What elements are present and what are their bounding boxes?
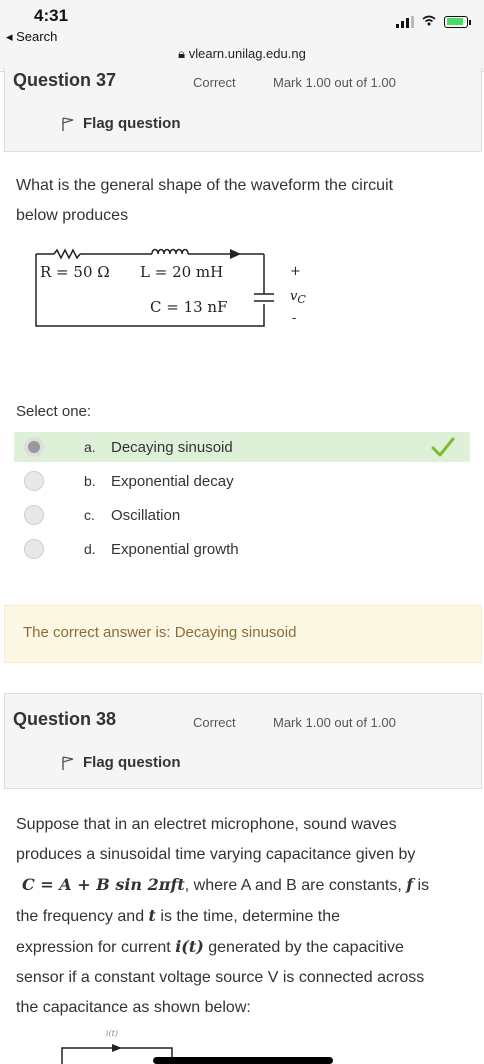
capacitor-symbol [254, 293, 274, 302]
text-span: expression for current [16, 939, 176, 956]
question-text-line: below produces [16, 207, 129, 224]
text-span: is the time, determine the [155, 908, 341, 925]
option-letter: a. [84, 439, 96, 455]
option-letter: b. [84, 473, 96, 489]
correct-answer-feedback: The correct answer is: Decaying sinusoid [4, 605, 482, 663]
question-text-line: the frequency and t is the time, determi… [16, 901, 472, 932]
flag-label: Flag question [83, 115, 181, 132]
current-label: i(t) [106, 1029, 118, 1038]
option-label: Oscillation [111, 506, 181, 524]
signal-icon [396, 15, 414, 28]
question-state: Correct [193, 715, 236, 730]
option-label: Exponential growth [111, 540, 239, 558]
inductor-symbol [151, 248, 189, 255]
flag-question-button[interactable]: Flag question [61, 754, 181, 771]
question-text: Suppose that in an electret microphone, … [16, 810, 472, 1023]
text-span: generated by the capacitive [203, 939, 404, 956]
capacitance-formula: C = A + B sin 2πft [22, 875, 185, 894]
inductor-label: L = 20 mH [140, 263, 223, 281]
url-text: vlearn.unilag.edu.ng [188, 46, 306, 61]
radio-option-b[interactable] [24, 471, 44, 491]
question-title: Question 37 [13, 70, 117, 90]
status-bar: 4:31 ◂ Search 🔒︎ vlearn.unilag.edu.ng [0, 0, 484, 72]
battery-icon [444, 15, 471, 28]
resistor-label: R = 50 Ω [40, 263, 110, 281]
answer-option-b[interactable]: b. Exponential decay [14, 466, 470, 496]
question-text-line: expression for current i(t) generated by… [16, 932, 472, 963]
rlc-circuit-diagram: R = 50 Ω L = 20 mH C = 13 nF + vC - [35, 248, 306, 327]
lock-icon: 🔒︎ [178, 46, 186, 61]
question-mark: Mark 1.00 out of 1.00 [273, 75, 396, 90]
radio-option-c[interactable] [24, 505, 44, 525]
option-letter: d. [84, 541, 96, 557]
home-indicator[interactable] [153, 1057, 333, 1064]
question-38-info: Question 38 Correct Mark 1.00 out of 1.0… [4, 693, 482, 789]
back-to-search-button[interactable]: ◂ Search [6, 29, 57, 45]
flag-icon [62, 116, 74, 131]
question-text-line: What is the general shape of the wavefor… [16, 177, 394, 194]
correct-check-icon [431, 437, 455, 457]
current-expression: i(t) [175, 937, 204, 956]
current-arrow-icon [112, 1044, 122, 1052]
question-37-info: Question 37 Correct Mark 1.00 out of 1.0… [4, 68, 482, 152]
text-span: , where A and B are constants, [184, 877, 407, 894]
time-variable: t [148, 906, 156, 925]
question-text-line: produces a sinusoidal time varying capac… [16, 846, 416, 863]
question-text-line: Suppose that in an electret microphone, … [16, 816, 397, 833]
vc-label: vC [290, 289, 306, 306]
answer-option-d[interactable]: d. Exponential growth [14, 534, 470, 564]
answer-option-c[interactable]: c. Oscillation [14, 500, 470, 530]
radio-option-a[interactable] [24, 437, 44, 457]
text-span: is [413, 877, 430, 894]
plus-sign: + [290, 264, 301, 279]
question-text-line: the capacitance as shown below: [16, 999, 251, 1016]
answer-option-a[interactable]: a. Decaying sinusoid [14, 432, 470, 462]
resistor-symbol [53, 248, 81, 260]
url-bar[interactable]: 🔒︎ vlearn.unilag.edu.ng [0, 46, 484, 62]
vc-sub: C [297, 293, 306, 306]
radio-option-d[interactable] [24, 539, 44, 559]
option-label: Exponential decay [111, 472, 234, 490]
clock: 4:31 [34, 6, 69, 25]
minus-sign: - [292, 311, 296, 326]
feedback-text: The correct answer is: Decaying sinusoid [23, 624, 297, 641]
wifi-icon [422, 14, 436, 29]
flag-icon [62, 755, 74, 770]
current-arrow-icon [230, 249, 241, 259]
capacitor-label: C = 13 nF [150, 298, 228, 316]
question-text-line: C = A + B sin 2πft, where A and B are co… [16, 870, 472, 901]
text-span: the frequency and [16, 908, 149, 925]
flag-question-button[interactable]: Flag question [61, 115, 181, 132]
option-label: Decaying sinusoid [111, 438, 233, 456]
question-mark: Mark 1.00 out of 1.00 [273, 715, 396, 730]
select-one-label: Select one: [16, 403, 92, 420]
question-state: Correct [193, 75, 236, 90]
option-letter: c. [84, 507, 95, 523]
flag-label: Flag question [83, 754, 181, 771]
question-text: What is the general shape of the wavefor… [16, 171, 472, 231]
system-icons [396, 14, 471, 29]
question-title: Question 38 [13, 709, 117, 729]
question-text-line: sensor if a constant voltage source V is… [16, 969, 425, 986]
